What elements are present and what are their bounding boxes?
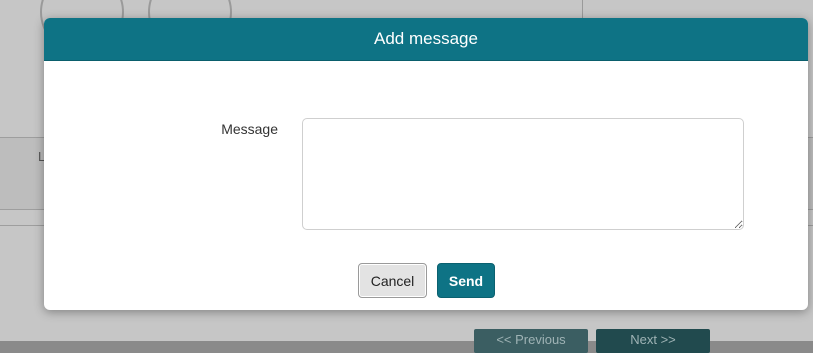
send-button[interactable]: Send xyxy=(437,263,495,298)
dialog-actions: Cancel Send xyxy=(44,263,808,299)
message-label: Message xyxy=(221,121,278,137)
background-next-button: Next >> xyxy=(596,329,710,353)
dialog-title: Add message xyxy=(44,18,808,61)
add-message-dialog: Add message Message Cancel Send xyxy=(44,18,808,310)
message-textarea[interactable] xyxy=(302,118,744,230)
background-previous-button: << Previous xyxy=(474,329,588,353)
cancel-button[interactable]: Cancel xyxy=(358,263,427,298)
message-form-row: Message xyxy=(44,118,808,230)
